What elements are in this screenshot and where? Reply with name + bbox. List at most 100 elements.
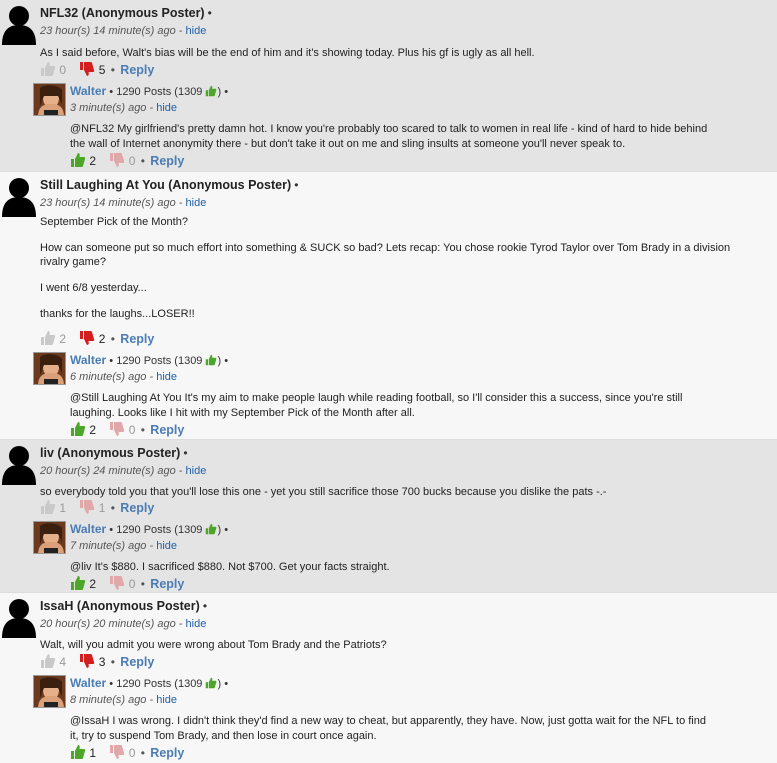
thumbs-up-icon[interactable] bbox=[40, 61, 56, 77]
separator-dot: • bbox=[183, 446, 188, 460]
separator-dot: • bbox=[140, 577, 145, 591]
thumbs-down-icon[interactable] bbox=[109, 152, 125, 168]
reply-body-line: @Still Laughing At You It's my aim to ma… bbox=[70, 392, 683, 404]
separator: - bbox=[175, 465, 186, 477]
upvote-count: 2 bbox=[89, 423, 97, 437]
hide-link[interactable]: hide bbox=[186, 197, 207, 209]
upvote-count: 2 bbox=[89, 154, 97, 168]
comment-body: I went 6/8 yesterday... bbox=[40, 282, 147, 294]
downvote-count: 2 bbox=[98, 332, 106, 346]
reply-author[interactable]: Walter bbox=[70, 353, 106, 367]
comment-timestamp: 23 hour(s) 14 minute(s) ago bbox=[40, 197, 176, 209]
reply-link[interactable]: Reply bbox=[150, 746, 184, 760]
thumbs-up-icon[interactable] bbox=[70, 421, 86, 437]
comment-author[interactable]: IssaH (Anonymous Poster) bbox=[40, 599, 200, 613]
post-count: • 1290 Posts (1309 bbox=[106, 355, 206, 367]
reply-link[interactable]: Reply bbox=[150, 577, 184, 591]
hide-link[interactable]: hide bbox=[156, 540, 177, 552]
thumbs-up-icon[interactable] bbox=[70, 744, 86, 760]
post-count-end: ) • bbox=[217, 678, 229, 690]
anonymous-avatar-icon bbox=[2, 3, 36, 45]
thumbs-up-icon[interactable] bbox=[70, 575, 86, 591]
reply-link[interactable]: Reply bbox=[120, 501, 154, 515]
reply-author[interactable]: Walter bbox=[70, 522, 106, 536]
comment-timestamp: 20 hour(s) 24 minute(s) ago bbox=[40, 465, 176, 477]
downvote-count: 3 bbox=[98, 655, 106, 669]
reply-link[interactable]: Reply bbox=[120, 332, 154, 346]
reply-timestamp: 3 minute(s) ago bbox=[70, 102, 147, 114]
thumbs-up-icon bbox=[205, 677, 217, 689]
thumbs-down-icon[interactable] bbox=[109, 421, 125, 437]
reply-body-line: @IssaH I was wrong. I didn't think they'… bbox=[70, 715, 706, 727]
thumbs-down-icon[interactable] bbox=[79, 330, 95, 346]
anonymous-avatar-icon bbox=[2, 443, 36, 485]
reply-timestamp: 6 minute(s) ago bbox=[70, 371, 147, 383]
hide-link[interactable]: hide bbox=[156, 371, 177, 383]
post-count-end: ) • bbox=[217, 355, 229, 367]
upvote-count: 1 bbox=[59, 501, 67, 515]
comment-timestamp: 20 hour(s) 20 minute(s) ago bbox=[40, 618, 176, 630]
downvote-count: 0 bbox=[128, 577, 136, 591]
user-photo-avatar[interactable] bbox=[33, 521, 66, 554]
downvote-count: 0 bbox=[128, 154, 136, 168]
anonymous-avatar-icon bbox=[2, 596, 36, 638]
upvote-count: 1 bbox=[89, 746, 97, 760]
thumbs-up-icon[interactable] bbox=[40, 499, 56, 515]
separator-dot: • bbox=[110, 655, 115, 669]
thumbs-up-icon bbox=[205, 85, 217, 97]
user-photo-avatar[interactable] bbox=[33, 352, 66, 385]
separator: - bbox=[146, 102, 157, 114]
post-count-end: ) • bbox=[217, 86, 229, 98]
downvote-count: 1 bbox=[98, 501, 106, 515]
hide-link[interactable]: hide bbox=[156, 694, 177, 706]
reply-link[interactable]: Reply bbox=[150, 423, 184, 437]
post-count: • 1290 Posts (1309 bbox=[106, 678, 206, 690]
reply-author[interactable]: Walter bbox=[70, 676, 106, 690]
hide-link[interactable]: hide bbox=[186, 618, 207, 630]
anonymous-avatar-icon bbox=[2, 175, 36, 217]
downvote-count: 0 bbox=[128, 423, 136, 437]
comment-timestamp: 23 hour(s) 14 minute(s) ago bbox=[40, 25, 176, 37]
separator-dot: • bbox=[110, 501, 115, 515]
comment-body: thanks for the laughs...LOSER!! bbox=[40, 308, 195, 320]
reply-author[interactable]: Walter bbox=[70, 84, 106, 98]
thumbs-up-icon[interactable] bbox=[70, 152, 86, 168]
hide-link[interactable]: hide bbox=[186, 465, 207, 477]
separator-dot: • bbox=[110, 63, 115, 77]
comment-body: September Pick of the Month? bbox=[40, 216, 188, 228]
hide-link[interactable]: hide bbox=[156, 102, 177, 114]
hide-link[interactable]: hide bbox=[186, 25, 207, 37]
comment-body: As I said before, Walt's bias will be th… bbox=[40, 47, 535, 59]
user-photo-avatar[interactable] bbox=[33, 83, 66, 116]
comment-body: How can someone put so much effort into … bbox=[40, 242, 731, 268]
separator-dot: • bbox=[207, 6, 212, 20]
reply-timestamp: 8 minute(s) ago bbox=[70, 694, 147, 706]
thumbs-down-icon[interactable] bbox=[79, 61, 95, 77]
separator-dot: • bbox=[202, 599, 208, 613]
thumbs-up-icon bbox=[205, 354, 217, 366]
thumbs-up-icon bbox=[205, 523, 217, 535]
upvote-count: 4 bbox=[59, 655, 67, 669]
thumbs-down-icon[interactable] bbox=[79, 653, 95, 669]
separator-dot: • bbox=[140, 423, 145, 437]
separator: - bbox=[146, 540, 157, 552]
thumbs-down-icon[interactable] bbox=[109, 744, 125, 760]
comment-author[interactable]: Still Laughing At You (Anonymous Poster) bbox=[40, 178, 291, 192]
comment-author[interactable]: NFL32 (Anonymous Poster) bbox=[40, 6, 205, 20]
comment: Still Laughing At You (Anonymous Poster)… bbox=[0, 172, 777, 440]
separator-dot: • bbox=[140, 154, 145, 168]
comment-body: so everybody told you that you'll lose t… bbox=[40, 486, 607, 498]
upvote-count: 0 bbox=[59, 63, 67, 77]
thumbs-up-icon[interactable] bbox=[40, 330, 56, 346]
comment-author[interactable]: liv (Anonymous Poster) bbox=[40, 446, 180, 460]
thumbs-down-icon[interactable] bbox=[79, 499, 95, 515]
reply-link[interactable]: Reply bbox=[150, 154, 184, 168]
upvote-count: 2 bbox=[59, 332, 67, 346]
user-photo-avatar[interactable] bbox=[33, 675, 66, 708]
reply-link[interactable]: Reply bbox=[120, 655, 154, 669]
separator: - bbox=[146, 371, 157, 383]
reply-link[interactable]: Reply bbox=[120, 63, 154, 77]
thumbs-up-icon[interactable] bbox=[40, 653, 56, 669]
thumbs-down-icon[interactable] bbox=[109, 575, 125, 591]
reply-body-line: the wall of Internet anonymity there - b… bbox=[70, 138, 626, 150]
